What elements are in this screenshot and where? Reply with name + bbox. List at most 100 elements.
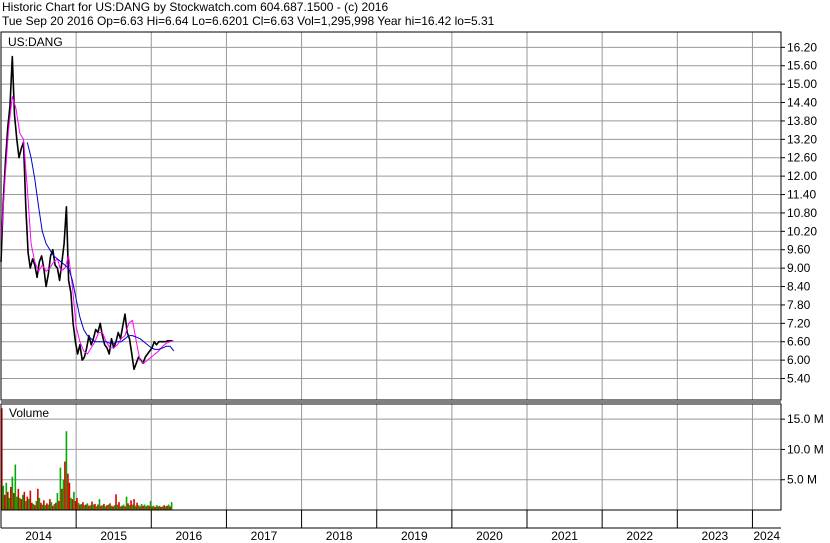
volume-axis: 15.0 M 10.0 M 5.0 M bbox=[781, 412, 824, 487]
volume-bar bbox=[133, 499, 135, 510]
volume-bars bbox=[1, 408, 173, 510]
volume-bar bbox=[155, 505, 158, 510]
grid-lines bbox=[0, 32, 781, 510]
volume-bar bbox=[77, 502, 80, 510]
volume-bar bbox=[80, 503, 83, 510]
volume-bar bbox=[68, 482, 71, 510]
volume-bar bbox=[127, 503, 129, 510]
x-tick-label: 2015 bbox=[100, 529, 127, 543]
volume-bar bbox=[157, 506, 159, 510]
volume-bar bbox=[92, 504, 95, 510]
y-tick-label: 9.00 bbox=[787, 261, 811, 275]
y-tick-label: 12.00 bbox=[787, 169, 817, 183]
x-tick-label: 2021 bbox=[551, 529, 578, 543]
volume-bar bbox=[74, 500, 77, 510]
volume-bar bbox=[32, 503, 35, 510]
y-tick-label: 15.60 bbox=[787, 59, 817, 73]
volume-bar bbox=[110, 505, 113, 510]
volume-bar bbox=[83, 505, 86, 510]
volume-bar bbox=[61, 488, 63, 510]
volume-bar bbox=[115, 494, 117, 510]
volume-bar bbox=[163, 505, 165, 510]
volume-bar bbox=[70, 497, 72, 510]
x-tick-label: 2018 bbox=[326, 529, 353, 543]
x-tick-label: 2019 bbox=[401, 529, 428, 543]
y-tick-label: 15.00 bbox=[787, 77, 817, 91]
volume-bar bbox=[95, 506, 98, 510]
volume-bar bbox=[79, 504, 81, 510]
volume-bar bbox=[56, 493, 59, 510]
volume-bar bbox=[34, 505, 36, 510]
volume-bar bbox=[52, 505, 54, 510]
volume-bar bbox=[116, 504, 119, 510]
volume-bar bbox=[113, 505, 116, 510]
volume-bar bbox=[118, 502, 120, 510]
volume-bar bbox=[106, 505, 108, 510]
volume-bar bbox=[94, 503, 96, 510]
y-tick-label: 6.60 bbox=[787, 335, 811, 349]
volume-bar bbox=[58, 500, 60, 510]
volume-bar bbox=[8, 497, 11, 510]
y-tick-label: 5.0 M bbox=[787, 473, 817, 487]
volume-bar bbox=[22, 494, 24, 510]
y-tick-label: 5.40 bbox=[787, 372, 811, 386]
volume-bar bbox=[98, 499, 101, 510]
volume-bar bbox=[16, 496, 18, 510]
header-quote: Tue Sep 20 2016 Op=6.63 Hi=6.64 Lo=6.620… bbox=[2, 14, 495, 28]
volume-bar bbox=[167, 504, 170, 510]
y-tick-label: 13.80 bbox=[787, 114, 817, 128]
volume-bar bbox=[28, 499, 30, 510]
volume-bar bbox=[35, 500, 38, 510]
panel-frames bbox=[0, 31, 782, 529]
volume-bar bbox=[65, 431, 68, 510]
x-tick-label: 2024 bbox=[753, 529, 780, 543]
volume-bar bbox=[107, 504, 110, 510]
series-line-ma_slow bbox=[26, 142, 175, 352]
volume-bar bbox=[19, 497, 21, 510]
volume-bar bbox=[130, 500, 132, 510]
volume-bar bbox=[76, 497, 78, 510]
y-tick-label: 9.60 bbox=[787, 243, 811, 257]
volume-bar bbox=[67, 473, 69, 510]
volume-bar bbox=[88, 505, 90, 510]
volume-bar bbox=[41, 504, 44, 510]
volume-bar bbox=[50, 502, 53, 510]
volume-bar bbox=[71, 499, 74, 510]
volume-bar bbox=[146, 505, 149, 510]
volume-bar bbox=[119, 506, 122, 510]
volume-bar bbox=[44, 505, 47, 510]
x-axis: 2014 2015 2016 2017 2018 2019 2020 2021 2022 2023… bbox=[0, 510, 780, 543]
y-tick-label: 12.60 bbox=[787, 151, 817, 165]
volume-bar bbox=[53, 503, 56, 510]
volume-bar bbox=[148, 505, 150, 510]
y-tick-label: 16.20 bbox=[787, 40, 817, 54]
volume-bar bbox=[89, 505, 92, 510]
volume-bar bbox=[2, 485, 5, 510]
volume-bar bbox=[31, 502, 33, 510]
volume-bar bbox=[151, 506, 153, 510]
volume-bar bbox=[62, 479, 65, 510]
volume-bar bbox=[124, 506, 126, 510]
header-title: Historic Chart for US:DANG by Stockwatch… bbox=[2, 0, 389, 14]
y-tick-label: 7.80 bbox=[787, 298, 811, 312]
volume-bar bbox=[128, 505, 131, 510]
x-tick-label: 2016 bbox=[176, 529, 203, 543]
volume-bar bbox=[137, 505, 140, 510]
volume-bar bbox=[169, 506, 171, 510]
x-tick-label: 2023 bbox=[702, 529, 729, 543]
volume-bar bbox=[97, 504, 99, 510]
volume-panel-frame bbox=[0, 403, 782, 511]
volume-bar bbox=[104, 506, 107, 510]
volume-bar bbox=[86, 503, 89, 510]
volume-bar bbox=[29, 490, 32, 510]
volume-bar bbox=[47, 504, 50, 510]
volume-bar bbox=[26, 496, 29, 510]
volume-bar bbox=[112, 506, 114, 510]
volume-label: Volume bbox=[9, 406, 50, 420]
volume-bar bbox=[23, 491, 26, 510]
volume-bar bbox=[136, 502, 138, 510]
y-tick-label: 8.40 bbox=[787, 280, 811, 294]
volume-bar bbox=[64, 461, 66, 510]
symbol-label: US:DANG bbox=[8, 35, 63, 49]
volume-bar bbox=[37, 488, 39, 510]
